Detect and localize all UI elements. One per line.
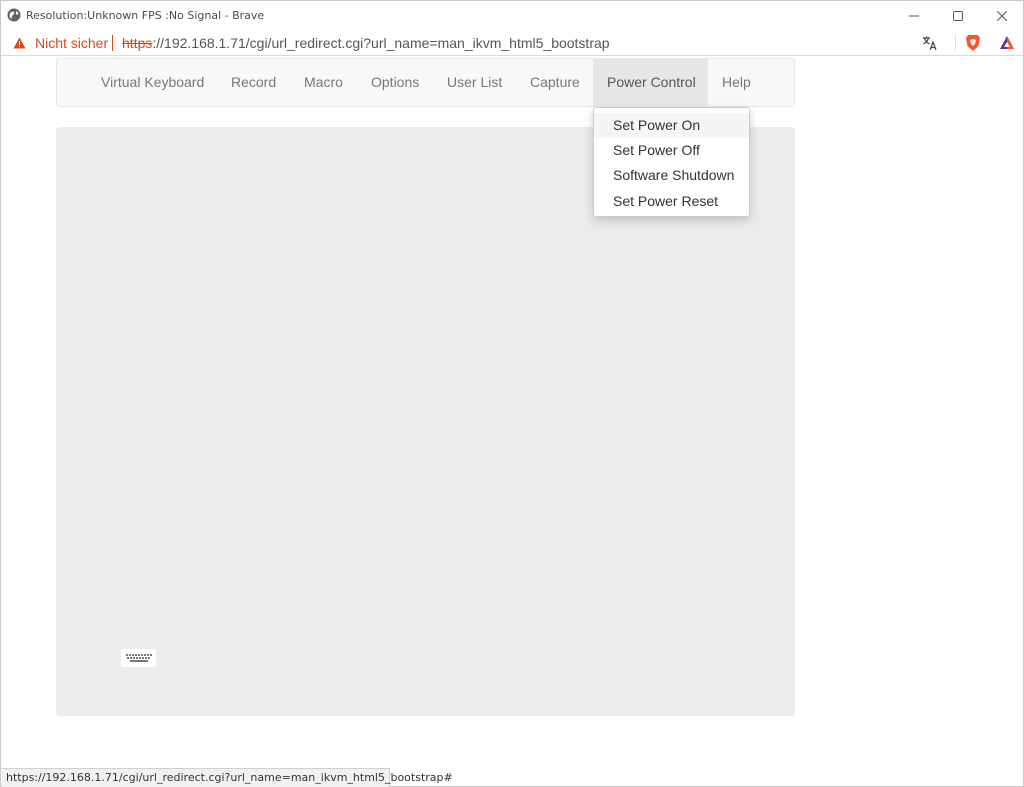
menu-item-set-power-reset[interactable]: Set Power Reset xyxy=(594,189,749,214)
brave-rewards-icon[interactable] xyxy=(999,35,1015,51)
power-control-menu: Set Power On Set Power Off Software Shut… xyxy=(593,107,750,217)
close-button[interactable] xyxy=(979,1,1024,30)
browser-window: Resolution:Unknown FPS :No Signal - Brav… xyxy=(0,0,1024,787)
title-bar: Resolution:Unknown FPS :No Signal - Brav… xyxy=(1,1,1023,30)
toolbar-divider xyxy=(955,35,956,51)
nav-help[interactable]: Help xyxy=(722,59,751,106)
status-bar-url: https://192.168.1.71/cgi/url_redirect.cg… xyxy=(2,768,453,787)
minimize-icon xyxy=(909,15,919,16)
nav-virtual-keyboard[interactable]: Virtual Keyboard xyxy=(101,59,204,106)
nav-power-control[interactable]: Power Control xyxy=(593,59,708,106)
ikvm-navbar: Virtual Keyboard Record Macro Options Us… xyxy=(56,58,795,107)
nav-capture[interactable]: Capture xyxy=(530,59,580,106)
window-title: Resolution:Unknown FPS :No Signal - Brav… xyxy=(26,9,265,22)
keyboard-glyph xyxy=(125,654,152,662)
security-indicator[interactable]: Nicht sicher xyxy=(35,35,108,51)
brave-shield-icon[interactable] xyxy=(965,34,981,52)
address-divider xyxy=(112,35,113,51)
menu-item-set-power-off[interactable]: Set Power Off xyxy=(594,138,749,163)
nav-user-list[interactable]: User List xyxy=(447,59,502,106)
address-bar[interactable]: Nicht sicher https://192.168.1.71/cgi/ur… xyxy=(1,30,1023,56)
url-scheme: https xyxy=(122,35,153,51)
close-icon xyxy=(997,10,1007,21)
minimize-button[interactable] xyxy=(891,1,937,30)
url-field[interactable]: https://192.168.1.71/cgi/url_redirect.cg… xyxy=(122,35,610,51)
maximize-icon xyxy=(953,10,963,21)
globe-icon xyxy=(7,8,21,22)
nav-options[interactable]: Options xyxy=(371,59,419,106)
url-path: ://192.168.1.71/cgi/url_redirect.cgi?url… xyxy=(152,35,610,51)
keyboard-icon[interactable] xyxy=(121,649,156,667)
menu-item-software-shutdown[interactable]: Software Shutdown xyxy=(594,163,749,188)
warning-icon[interactable] xyxy=(13,37,26,49)
translate-icon[interactable] xyxy=(922,35,938,51)
maximize-button[interactable] xyxy=(935,1,981,30)
nav-record[interactable]: Record xyxy=(231,59,276,106)
menu-item-set-power-on[interactable]: Set Power On xyxy=(594,113,749,138)
nav-macro[interactable]: Macro xyxy=(304,59,343,106)
